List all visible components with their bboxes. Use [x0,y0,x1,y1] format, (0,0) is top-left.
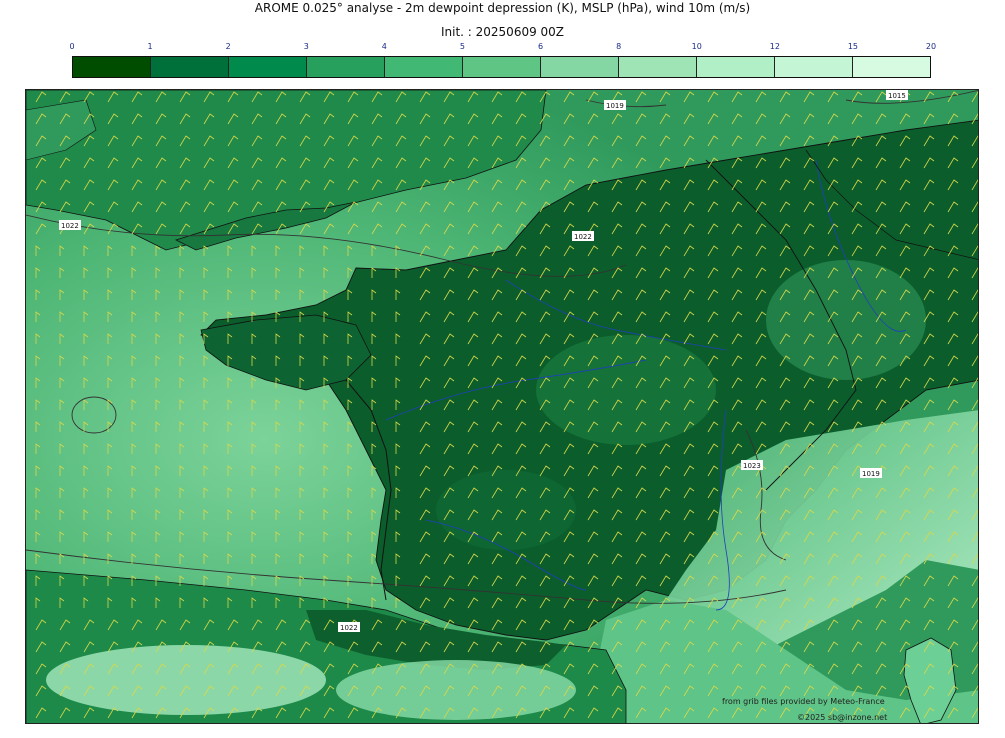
source-credit: from grib files provided by Meteo-France [722,697,885,706]
map-canvas: 1019 1015 1022 1022 1023 1022 1019 [26,90,978,723]
colorbar-segment [151,57,229,77]
isobar-label: 1023 [743,462,761,470]
chart-title: AROME 0.025° analyse - 2m dewpoint depre… [254,1,751,15]
colorbar-tick: 8 [616,42,622,51]
spain-highland [46,645,326,715]
colorbar-segment [697,57,775,77]
colorbar-tick: 5 [459,42,465,51]
colorbar-segment [463,57,541,77]
colorbar-segment [385,57,463,77]
colorbar-tick: 3 [303,42,309,51]
colorbar-segment [775,57,853,77]
spain-highland [336,660,576,720]
colorbar-ticks: 0 1 2 3 4 5 6 8 10 12 15 20 [69,42,936,54]
isobar-label: 1015 [888,92,906,100]
land-patch [536,335,716,445]
colorbar-tick: 12 [769,42,780,51]
isobar-label: 1019 [862,470,880,478]
isobar-label: 1022 [61,222,79,230]
colorbar-segment [73,57,151,77]
colorbar-tick: 10 [691,42,702,51]
isobar-label: 1019 [606,102,624,110]
init-time: Init. : 20250609 00Z [440,25,565,39]
colorbar-tick: 2 [225,42,231,51]
map-panel: 1019 1015 1022 1022 1023 1022 1019 [25,89,979,724]
colorbar [72,56,931,78]
colorbar-segment [541,57,619,77]
colorbar-tick: 6 [538,42,544,51]
colorbar-tick: 1 [147,42,153,51]
colorbar-segment [619,57,697,77]
colorbar-tick: 4 [381,42,387,51]
colorbar-segment [307,57,385,77]
copyright: ©2025 sb@inzone.net [797,713,888,722]
colorbar-segment [853,57,930,77]
isobar-label: 1022 [340,624,358,632]
colorbar-tick: 15 [847,42,858,51]
isobar-label: 1022 [574,233,592,241]
colorbar-tick: 20 [925,42,937,51]
land-patch [436,470,576,550]
colorbar-segment [229,57,307,77]
colorbar-tick: 0 [69,42,75,51]
